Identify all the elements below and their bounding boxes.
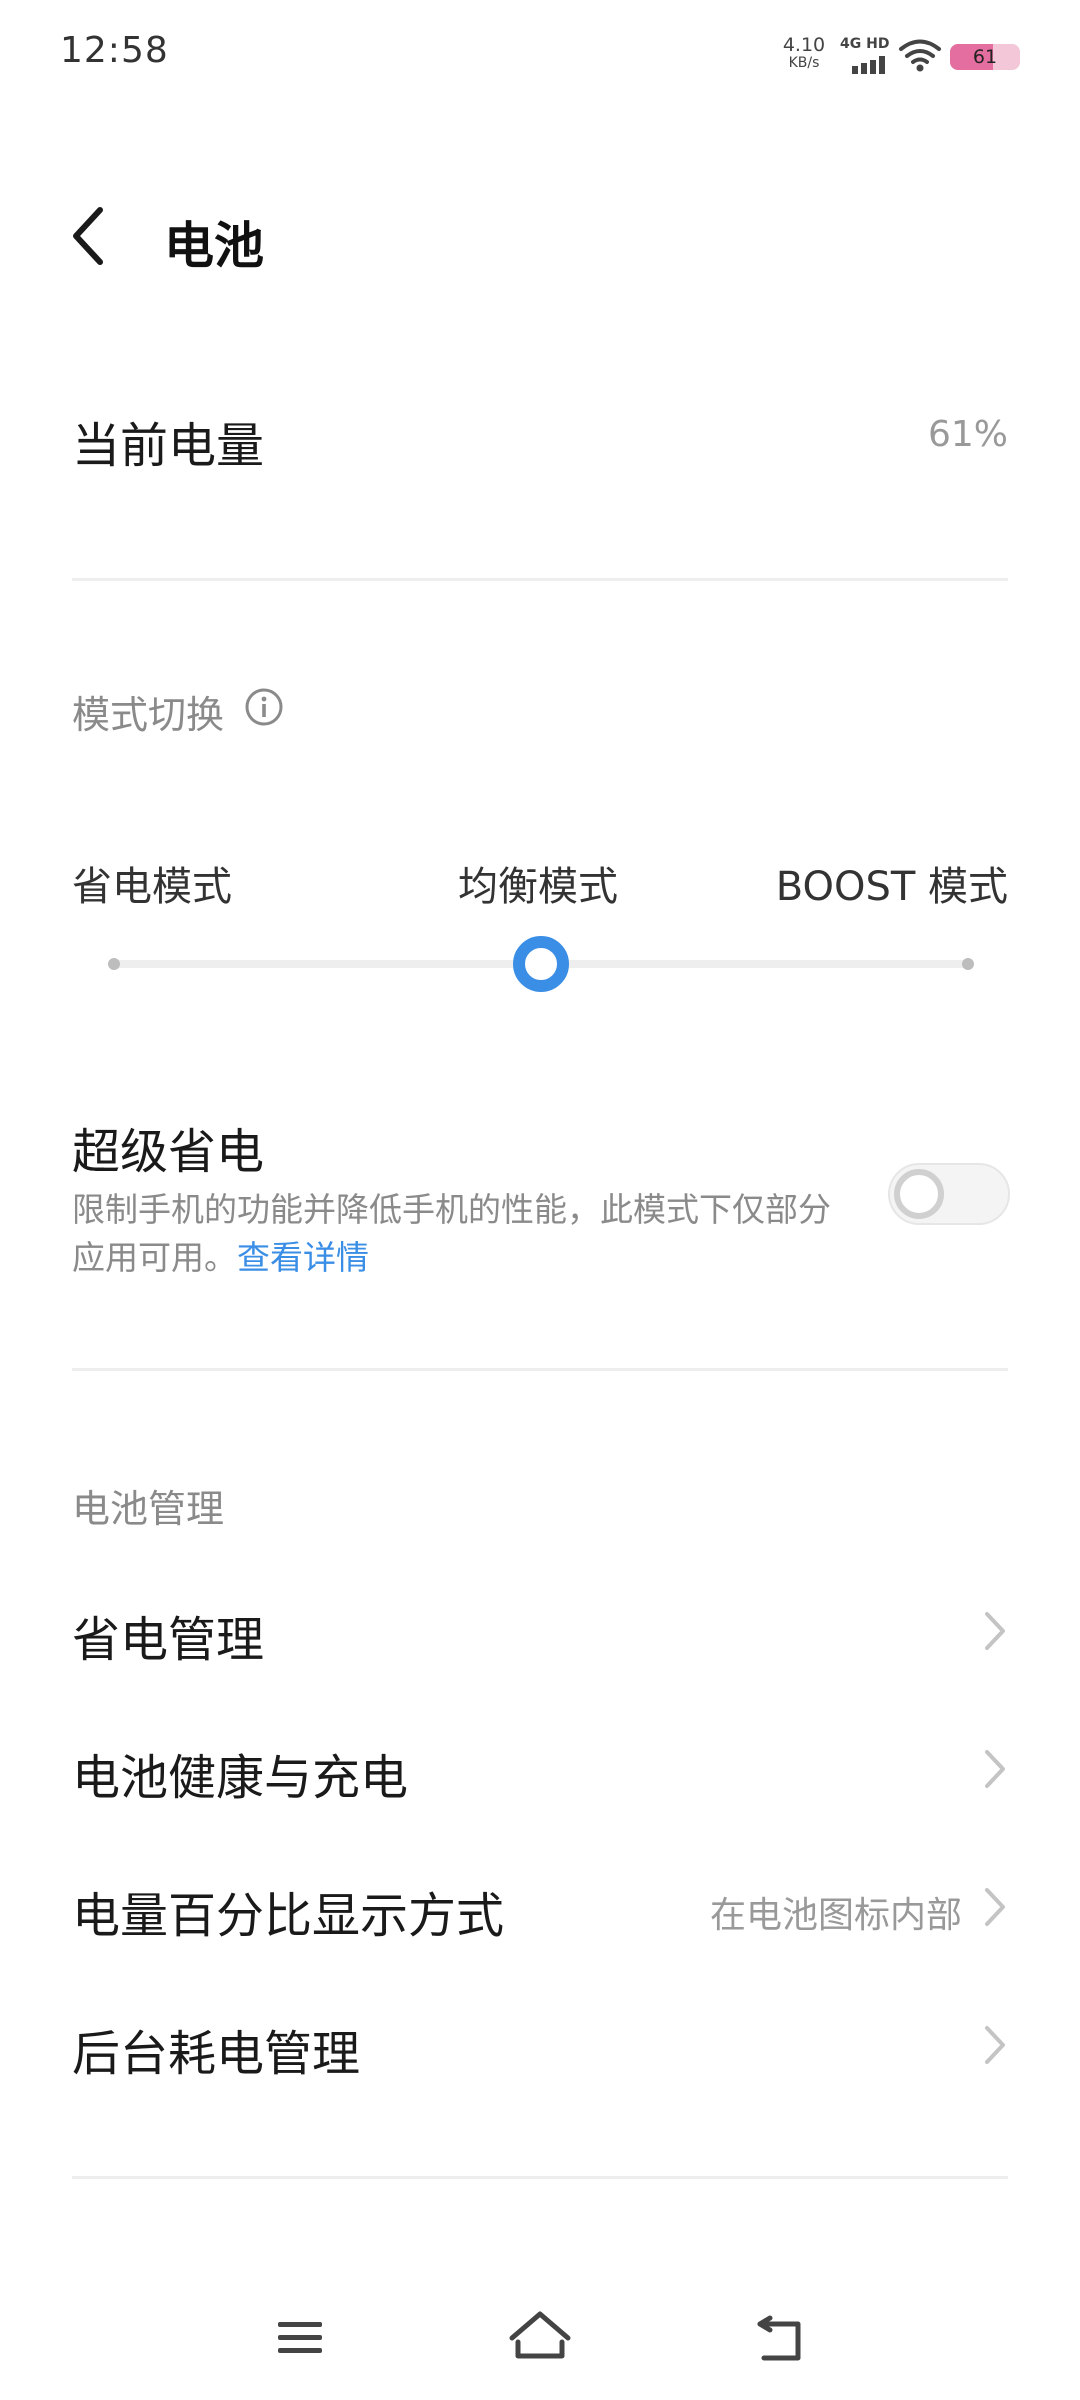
chevron-left-icon — [73, 207, 103, 265]
network-speed-value: 4.10 — [782, 34, 826, 56]
current-charge-value: 61% — [927, 414, 1008, 455]
list-item-label: 后台耗电管理 — [72, 2026, 361, 2082]
signal-type-label: 4G HD — [840, 36, 890, 52]
view-details-link[interactable]: 查看详情 — [237, 1238, 369, 1277]
list-item-percentage-display[interactable]: 电量百分比显示方式 在电池图标内部 — [0, 1856, 1080, 1956]
super-saver-description: 限制手机的功能并降低手机的性能，此模式下仅部分应用可用。查看详情 — [72, 1186, 852, 1282]
mode-power-saving[interactable]: 省电模式 — [72, 854, 232, 912]
network-speed: 4.10 KB/s — [782, 36, 826, 72]
menu-icon[interactable] — [260, 2298, 340, 2378]
toggle-knob — [894, 1169, 944, 1219]
battery-management-label: 电池管理 — [72, 1487, 225, 1531]
list-item-label: 电池健康与充电 — [72, 1750, 409, 1806]
slider-stop-right[interactable] — [962, 958, 974, 970]
mode-balanced[interactable]: 均衡模式 — [458, 854, 618, 912]
status-time: 12:58 — [60, 30, 169, 71]
list-item-label: 省电管理 — [72, 1612, 265, 1668]
super-saver-title: 超级省电 — [72, 1124, 265, 1180]
back-icon[interactable] — [742, 2298, 822, 2378]
page-title: 电池 — [164, 217, 264, 275]
current-charge-label: 当前电量 — [72, 418, 265, 474]
chevron-right-icon — [985, 2026, 1005, 2064]
list-item-power-saving-management[interactable]: 省电管理 — [0, 1580, 1080, 1680]
list-item-battery-health-charging[interactable]: 电池健康与充电 — [0, 1718, 1080, 1818]
list-item-value: 在电池图标内部 — [709, 1895, 962, 1936]
chevron-right-icon — [985, 1888, 1005, 1926]
divider — [72, 578, 1008, 581]
info-icon[interactable] — [244, 687, 284, 727]
home-icon[interactable] — [500, 2298, 580, 2378]
list-item-label: 电量百分比显示方式 — [72, 1888, 505, 1944]
battery-icon: 61 — [950, 44, 1020, 70]
list-item-background-power-management[interactable]: 后台耗电管理 — [0, 1994, 1080, 2094]
divider — [72, 2176, 1008, 2179]
battery-level-text: 61 — [972, 46, 998, 68]
super-saver-toggle[interactable] — [888, 1163, 1010, 1225]
mode-section-label: 模式切换 — [72, 693, 225, 737]
chevron-right-icon — [985, 1750, 1005, 1788]
mode-boost[interactable]: BOOST 模式 — [776, 854, 1008, 912]
divider — [72, 1368, 1008, 1371]
back-button[interactable] — [60, 196, 120, 276]
mode-slider-thumb[interactable] — [513, 936, 569, 992]
wifi-icon — [899, 39, 941, 72]
super-saver-description-text: 限制手机的功能并降低手机的性能，此模式下仅部分应用可用。 — [72, 1190, 831, 1277]
signal-bars-icon — [852, 56, 885, 74]
slider-stop-left[interactable] — [108, 958, 120, 970]
chevron-right-icon — [985, 1612, 1005, 1650]
network-speed-unit: KB/s — [788, 55, 820, 71]
